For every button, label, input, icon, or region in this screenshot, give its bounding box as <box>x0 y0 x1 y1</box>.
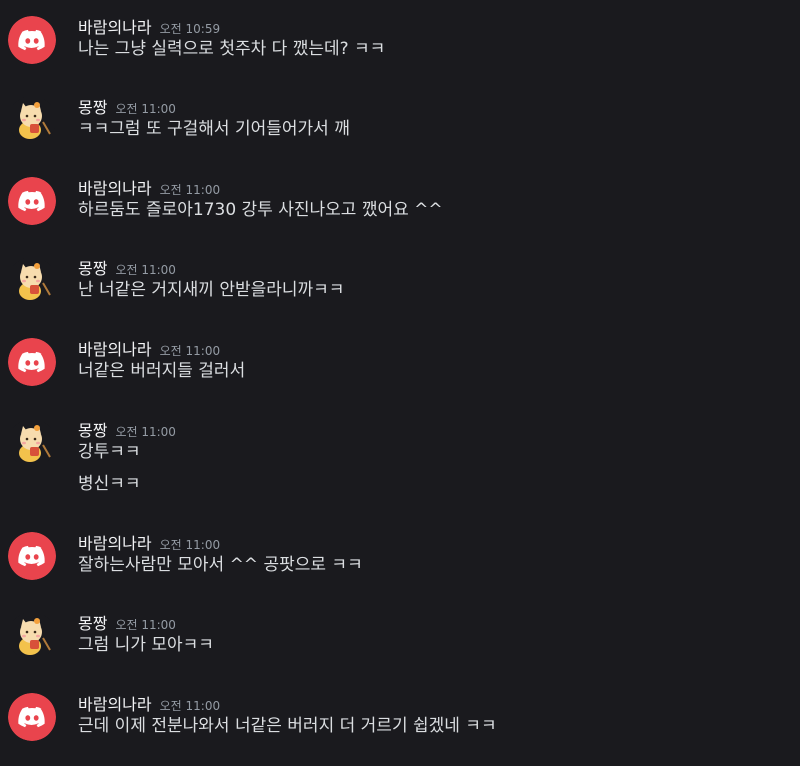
message-text: 근데 이제 전분나와서 너같은 버러지 더 거르기 쉽겠네 ㅋㅋ <box>78 716 497 736</box>
timestamp: 오전 11:00 <box>115 263 176 277</box>
message-header: 몽짱 오전 11:00 <box>78 255 176 279</box>
username[interactable]: 바람의나라 <box>78 336 152 360</box>
discord-logo-icon <box>8 338 56 386</box>
timestamp: 오전 11:00 <box>159 183 221 197</box>
message-header: 몽짱 오전 11:00 <box>78 94 176 118</box>
message-text: 병신ㅋㅋ <box>78 474 141 494</box>
timestamp: 오전 11:00 <box>159 344 221 358</box>
username[interactable]: 몽짱 <box>78 610 107 634</box>
message-header: 바람의나라 오전 11:00 <box>78 530 221 554</box>
username[interactable]: 몽짱 <box>78 255 107 279</box>
timestamp: 오전 11:00 <box>115 102 176 116</box>
username[interactable]: 바람의나라 <box>78 14 152 38</box>
timestamp: 오전 11:00 <box>159 699 221 713</box>
avatar[interactable] <box>8 419 56 467</box>
discord-logo-icon <box>8 177 56 225</box>
avatar[interactable] <box>8 612 56 660</box>
avatar[interactable] <box>8 532 56 580</box>
message-text: 하르둠도 즐로아1730 강투 사진나오고 깼어요 ^^ <box>78 200 443 220</box>
cat-mascot-icon <box>8 96 56 144</box>
avatar[interactable] <box>8 16 56 64</box>
cat-mascot-icon <box>8 612 56 660</box>
message-text: 그럼 니가 모아ㅋㅋ <box>78 635 214 655</box>
message-text: 강투ㅋㅋ <box>78 442 141 462</box>
username[interactable]: 바람의나라 <box>78 691 152 715</box>
message-header: 몽짱 오전 11:00 <box>78 610 176 634</box>
cat-mascot-icon <box>8 257 56 305</box>
username[interactable]: 바람의나라 <box>78 530 152 554</box>
avatar[interactable] <box>8 177 56 225</box>
timestamp: 오전 11:00 <box>159 538 221 552</box>
message-text: ㅋㅋ그럼 또 구걸해서 기어들어가서 깨 <box>78 119 350 139</box>
username[interactable]: 몽짱 <box>78 94 107 118</box>
message-text: 나는 그냥 실력으로 첫주차 다 깼는데? ㅋㅋ <box>78 39 386 59</box>
avatar[interactable] <box>8 96 56 144</box>
username[interactable]: 바람의나라 <box>78 175 152 199</box>
chat-message-list: 바람의나라 오전 10:59 나는 그냥 실력으로 첫주차 다 깼는데? ㅋㅋ <box>0 0 800 766</box>
avatar[interactable] <box>8 338 56 386</box>
message-text: 너같은 버러지들 걸러서 <box>78 361 246 381</box>
timestamp: 오전 11:00 <box>115 425 176 439</box>
cat-mascot-icon <box>8 419 56 467</box>
message-header: 바람의나라 오전 11:00 <box>78 336 221 360</box>
discord-logo-icon <box>8 16 56 64</box>
discord-logo-icon <box>8 693 56 741</box>
message-header: 바람의나라 오전 10:59 <box>78 14 221 38</box>
message-header: 바람의나라 오전 11:00 <box>78 175 221 199</box>
username[interactable]: 몽짱 <box>78 417 107 441</box>
message-header: 몽짱 오전 11:00 <box>78 417 176 441</box>
timestamp: 오전 10:59 <box>159 22 221 36</box>
avatar[interactable] <box>8 257 56 305</box>
avatar[interactable] <box>8 693 56 741</box>
message-text: 잘하는사람만 모아서 ^^ 공팟으로 ㅋㅋ <box>78 555 363 575</box>
message-text: 난 너같은 거지새끼 안받을라니까ㅋㅋ <box>78 280 345 300</box>
timestamp: 오전 11:00 <box>115 618 176 632</box>
discord-logo-icon <box>8 532 56 580</box>
message-header: 바람의나라 오전 11:00 <box>78 691 221 715</box>
